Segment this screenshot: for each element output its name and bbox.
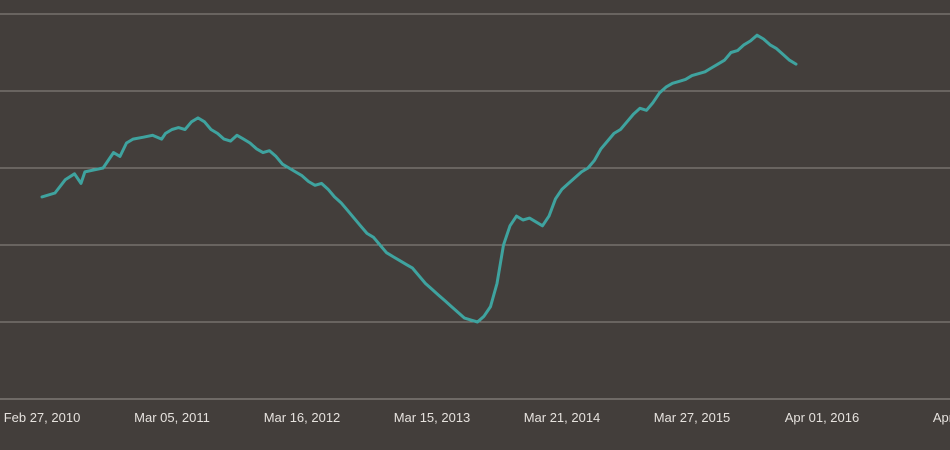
series-line: [40, 33, 798, 324]
x-tick-label: Mar 16, 2012: [264, 410, 341, 425]
x-tick-label: Mar 05, 2011: [134, 410, 210, 425]
x-tick-label: Apr 01, 2016: [785, 410, 859, 425]
x-tick-label: Mar 15, 2013: [394, 410, 471, 425]
gridlines: [0, 13, 950, 400]
x-tick-label: Apr 07: [933, 410, 950, 425]
x-tick-label: Mar 21, 2014: [524, 410, 601, 425]
x-tick-label: Mar 27, 2015: [654, 410, 731, 425]
line-chart: Feb 27, 2010 Mar 05, 2011 Mar 16, 2012 Mar …: [0, 0, 950, 450]
x-tick-label: Feb 27, 2010: [4, 410, 81, 425]
chart-canvas: Feb 27, 2010 Mar 05, 2011 Mar 16, 2012 Mar …: [0, 13, 950, 425]
series-layer: [40, 33, 798, 324]
x-axis: Feb 27, 2010 Mar 05, 2011 Mar 16, 2012 Mar …: [4, 410, 950, 425]
